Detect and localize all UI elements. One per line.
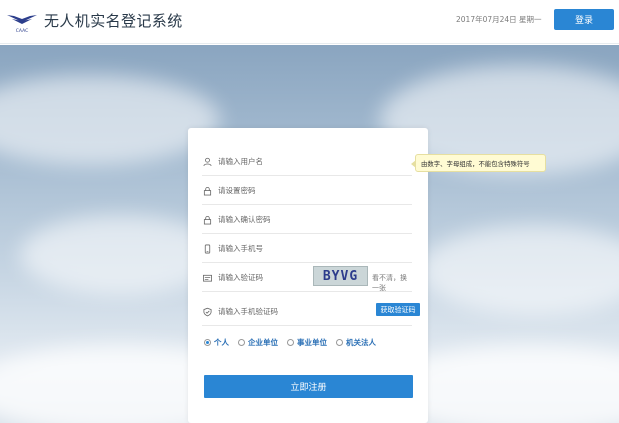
phone-placeholder: 请输入手机号 <box>218 244 263 253</box>
phone-field[interactable]: 请输入手机号 <box>202 235 412 263</box>
header: CAAC 无人机实名登记系统 2017年07月24日 星期一 登录 <box>0 0 619 44</box>
get-code-button[interactable]: 获取验证码 <box>376 303 420 316</box>
radio-government-agency[interactable]: 机关法人 <box>336 337 376 348</box>
confirm-password-field[interactable]: 请输入确认密码 <box>202 206 412 234</box>
lock-icon <box>202 186 212 196</box>
user-type-radio-group: 个人 企业单位 事业单位 机关法人 <box>204 337 414 348</box>
captcha-icon <box>202 273 212 283</box>
sms-code-field[interactable]: 请输入手机验证码 获取验证码 <box>202 298 420 326</box>
user-icon <box>202 157 212 167</box>
radio-label: 机关法人 <box>346 338 376 347</box>
radio-dot[interactable] <box>238 339 245 346</box>
username-rule-tooltip: 由数字、字母组成，不能包含特殊符号 <box>411 154 546 172</box>
sms-code-placeholder: 请输入手机验证码 <box>218 307 278 316</box>
radio-label: 企业单位 <box>248 338 278 347</box>
username-field[interactable]: 请输入用户名 <box>202 148 412 176</box>
register-form: 请输入用户名 请设置密码 请输入确认密码 请输入手机号 请输入验证码 BYVG … <box>188 128 428 423</box>
captcha-placeholder: 请输入验证码 <box>218 273 263 282</box>
radio-label: 个人 <box>214 338 229 347</box>
shield-icon <box>202 307 212 317</box>
app-title: 无人机实名登记系统 <box>44 12 183 30</box>
password-placeholder: 请设置密码 <box>218 186 256 195</box>
mobile-phone-icon <box>202 244 212 254</box>
radio-public-institution[interactable]: 事业单位 <box>287 337 327 348</box>
radio-dot[interactable] <box>336 339 343 346</box>
radio-dot[interactable] <box>204 339 211 346</box>
radio-personal[interactable]: 个人 <box>204 337 229 348</box>
radio-dot[interactable] <box>287 339 294 346</box>
login-button[interactable]: 登录 <box>554 9 614 30</box>
current-date: 2017年07月24日 星期一 <box>456 15 542 24</box>
radio-label: 事业单位 <box>297 338 327 347</box>
confirm-password-placeholder: 请输入确认密码 <box>218 215 271 224</box>
radio-enterprise[interactable]: 企业单位 <box>238 337 278 348</box>
captcha-field[interactable]: 请输入验证码 BYVG 看不清，换一张 <box>202 264 412 292</box>
lock-icon <box>202 215 212 225</box>
captcha-image[interactable]: BYVG <box>313 266 368 286</box>
captcha-refresh-link[interactable]: 看不清，换一张 <box>372 273 412 293</box>
username-placeholder: 请输入用户名 <box>218 157 263 166</box>
logo-text: CAAC <box>16 28 29 34</box>
register-submit-button[interactable]: 立即注册 <box>204 375 413 398</box>
caac-logo: CAAC <box>6 10 38 34</box>
password-field[interactable]: 请设置密码 <box>202 177 412 205</box>
